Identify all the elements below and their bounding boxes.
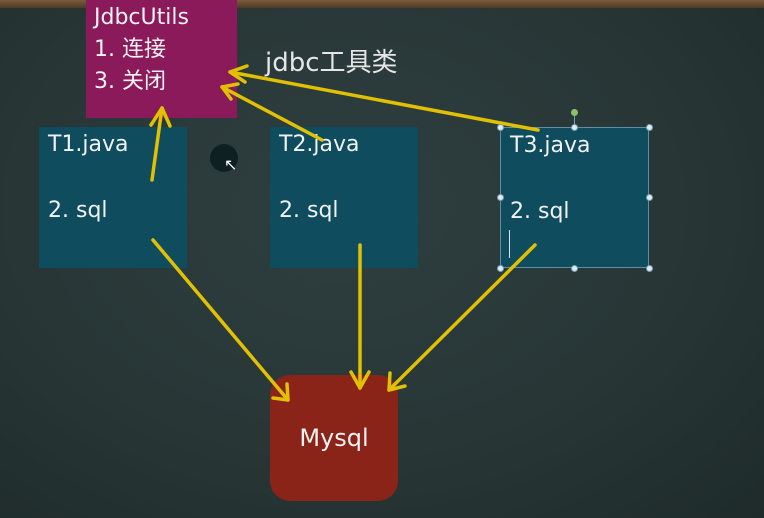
arrow-t3-to-utils bbox=[228, 64, 540, 132]
arrow-t1-to-mysql bbox=[151, 238, 290, 402]
arrow-t2-to-mysql bbox=[349, 243, 371, 390]
resize-handle-right[interactable] bbox=[646, 194, 653, 201]
resize-handle-left[interactable] bbox=[497, 194, 504, 201]
resize-handle-top-left[interactable] bbox=[497, 124, 504, 131]
arrows-layer bbox=[149, 64, 540, 402]
arrow-t1-to-utils bbox=[149, 106, 172, 182]
resize-handle-bottom[interactable] bbox=[571, 265, 578, 272]
arrow-t2-to-utils bbox=[220, 82, 324, 142]
mouse-pointer-icon: ↖ bbox=[224, 155, 238, 174]
rotation-handle[interactable] bbox=[571, 109, 578, 116]
resize-handle-bottom-right[interactable] bbox=[646, 265, 653, 272]
resize-handle-bottom-left[interactable] bbox=[497, 265, 504, 272]
text-caret bbox=[509, 230, 510, 258]
resize-handle-top[interactable] bbox=[571, 124, 578, 131]
resize-handle-top-right[interactable] bbox=[646, 124, 653, 131]
arrow-t3-to-mysql bbox=[387, 243, 537, 392]
